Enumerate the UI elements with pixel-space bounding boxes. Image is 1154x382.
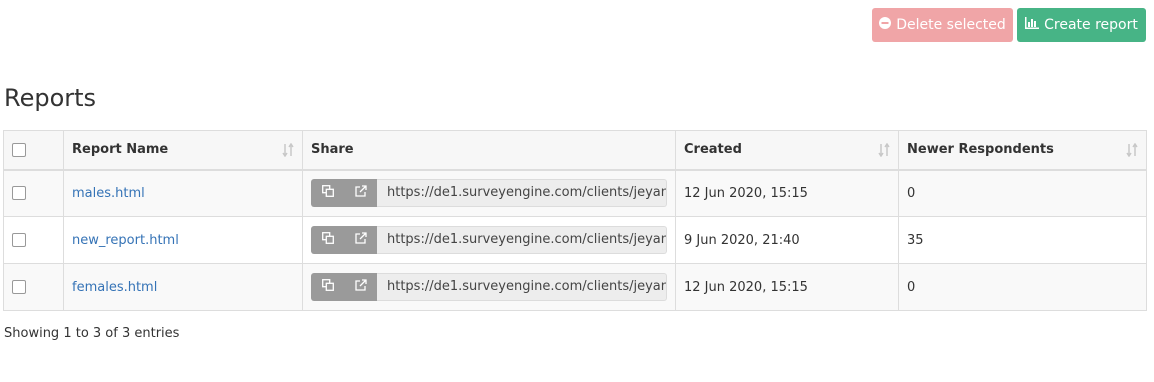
row-select-cell <box>3 263 64 311</box>
table-row: females.html https://de1.surveyengine.co… <box>3 263 1147 311</box>
report-link[interactable]: females.html <box>72 280 157 295</box>
copy-icon <box>321 185 334 201</box>
copy-button[interactable] <box>311 226 344 254</box>
share-url-field[interactable]: https://de1.surveyengine.com/clients/jey… <box>377 179 667 208</box>
bar-chart-icon <box>1025 17 1040 33</box>
page-title: Reports <box>4 84 97 112</box>
copy-button[interactable] <box>311 273 344 301</box>
delete-selected-label: Delete selected <box>896 17 1006 33</box>
share-cell: https://de1.surveyengine.com/clients/jey… <box>302 169 676 217</box>
create-report-button[interactable]: Create report <box>1017 8 1146 42</box>
select-all-checkbox[interactable] <box>12 142 26 157</box>
share-group: https://de1.surveyengine.com/clients/jey… <box>311 226 667 254</box>
share-url-field[interactable]: https://de1.surveyengine.com/clients/jey… <box>377 226 667 254</box>
header-newer-respondents[interactable]: Newer Respondents <box>898 130 1147 171</box>
report-name-cell: females.html <box>63 263 303 311</box>
share-group: https://de1.surveyengine.com/clients/jey… <box>311 273 667 301</box>
share-buttons <box>311 226 377 254</box>
created-cell: 12 Jun 2020, 15:15 <box>675 263 899 311</box>
share-buttons <box>311 179 377 208</box>
row-select-cell <box>3 169 64 217</box>
report-name-cell: new_report.html <box>63 216 303 264</box>
external-link-icon <box>354 232 367 248</box>
copy-icon <box>321 279 334 295</box>
external-link-icon <box>354 185 367 201</box>
newer-respondents-cell: 0 <box>898 169 1147 217</box>
reports-table: Report Name Share Created Newer Responde… <box>3 130 1147 311</box>
table-row: males.html https://de1.surveyengine.com/… <box>3 169 1147 217</box>
create-report-label: Create report <box>1044 17 1138 33</box>
sort-icon <box>1126 142 1138 161</box>
created-cell: 9 Jun 2020, 21:40 <box>675 216 899 264</box>
newer-respondents-cell: 0 <box>898 263 1147 311</box>
open-link-button[interactable] <box>344 179 377 207</box>
open-link-button[interactable] <box>344 273 377 301</box>
header-share: Share <box>302 130 676 171</box>
minus-circle-icon <box>879 17 892 33</box>
sort-icon <box>282 142 294 161</box>
report-name-cell: males.html <box>63 169 303 217</box>
header-report-name-label: Report Name <box>72 142 169 158</box>
share-group: https://de1.surveyengine.com/clients/jey… <box>311 179 667 208</box>
open-link-button[interactable] <box>344 226 377 254</box>
external-link-icon <box>354 279 367 295</box>
table-header-row: Report Name Share Created Newer Responde… <box>3 130 1147 171</box>
toolbar: Delete selected Create report <box>872 8 1146 42</box>
header-created-label: Created <box>684 142 742 158</box>
table-row: new_report.html https://de1.surveyengine… <box>3 216 1147 264</box>
share-buttons <box>311 273 377 301</box>
header-created[interactable]: Created <box>675 130 899 171</box>
created-cell: 12 Jun 2020, 15:15 <box>675 169 899 217</box>
newer-respondents-cell: 35 <box>898 216 1147 264</box>
row-checkbox[interactable] <box>12 280 26 294</box>
header-report-name[interactable]: Report Name <box>63 130 303 171</box>
report-link[interactable]: males.html <box>72 186 145 201</box>
share-cell: https://de1.surveyengine.com/clients/jey… <box>302 263 676 311</box>
table-info: Showing 1 to 3 of 3 entries <box>4 326 180 341</box>
header-newer-respondents-label: Newer Respondents <box>907 142 1054 158</box>
copy-icon <box>321 232 334 248</box>
delete-selected-button[interactable]: Delete selected <box>872 8 1013 42</box>
report-link[interactable]: new_report.html <box>72 233 179 248</box>
row-select-cell <box>3 216 64 264</box>
select-all-cell <box>3 130 64 171</box>
share-cell: https://de1.surveyengine.com/clients/jey… <box>302 216 676 264</box>
row-checkbox[interactable] <box>12 186 26 201</box>
sort-icon <box>878 142 890 161</box>
share-url-field[interactable]: https://de1.surveyengine.com/clients/jey… <box>377 273 667 301</box>
copy-button[interactable] <box>311 179 344 207</box>
row-checkbox[interactable] <box>12 233 26 247</box>
